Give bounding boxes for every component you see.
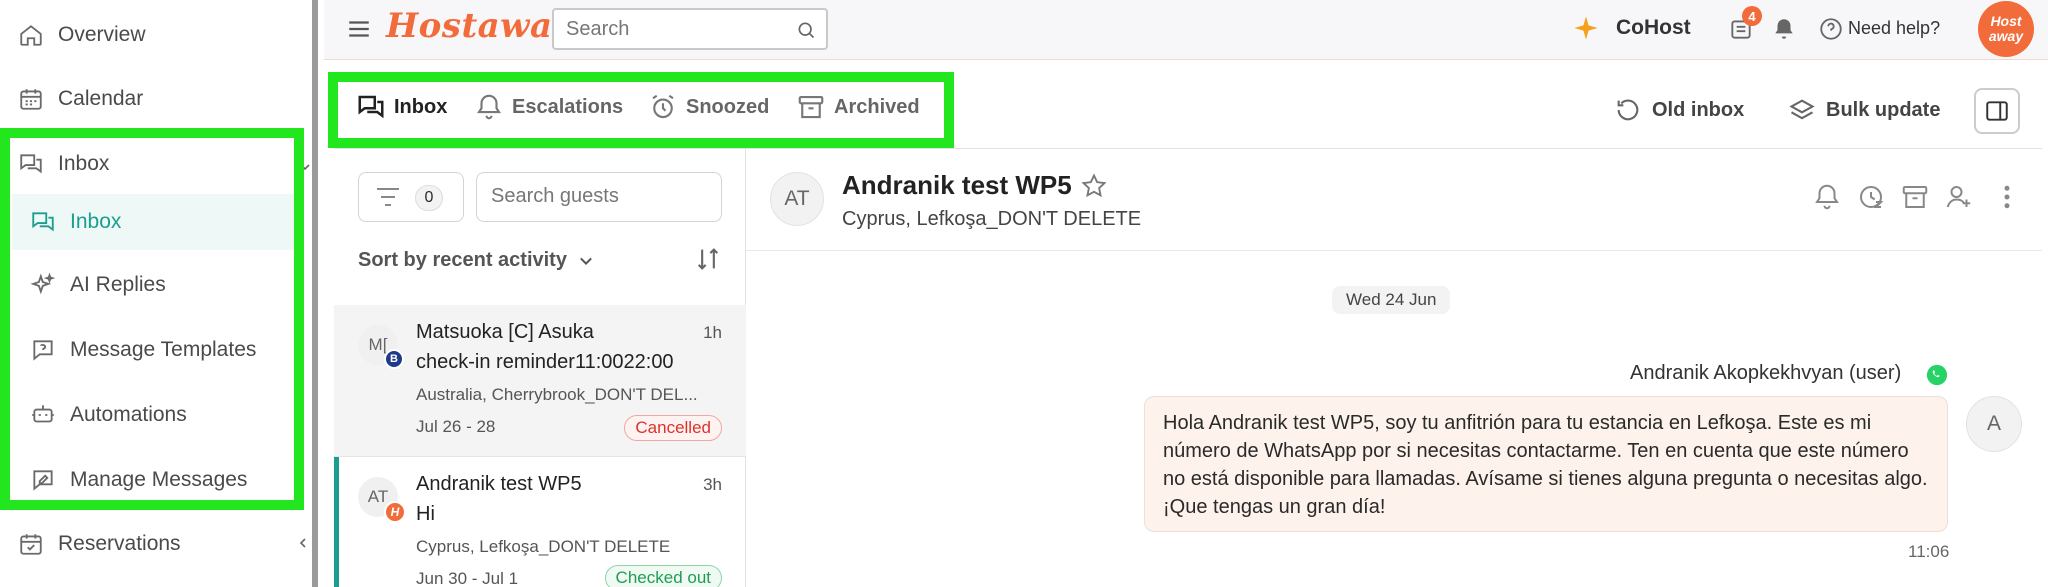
search-input[interactable]: Search [552, 8, 828, 50]
search-icon [798, 22, 815, 39]
divider [746, 148, 2042, 149]
sidebar-item-reservations[interactable]: Reservations [18, 514, 181, 574]
listing-location: Australia, Cherrybrook_DON'T DEL... [416, 385, 698, 404]
message-bubble: Hola Andranik test WP5, soy tu anfitrión… [1144, 396, 1948, 532]
conversation-item[interactable]: AT H Andranik test WP5 3h Hi Cyprus, Lef… [334, 457, 746, 587]
sort-dropdown[interactable]: Sort by recent activity [358, 249, 595, 272]
chat-guest-avatar: AT [770, 172, 824, 226]
undo-history-icon [1617, 99, 1639, 121]
guest-name: Andranik test WP5 [416, 473, 582, 495]
conversation-time: 3h [703, 475, 722, 494]
divider [746, 250, 2042, 251]
status-badge: Cancelled [624, 415, 722, 441]
assign-user-icon[interactable] [1944, 182, 1974, 212]
sort-direction-icon[interactable] [694, 245, 722, 273]
stay-dates: Jun 30 - Jul 1 [416, 569, 519, 587]
filter-button[interactable]: 0 [358, 172, 464, 222]
message-preview: check-in reminder11:0022:00 [416, 351, 674, 373]
snooze-clock-icon[interactable] [1856, 182, 1886, 212]
old-inbox-label: Old inbox [1652, 98, 1745, 121]
notification-count-badge: 4 [1742, 6, 1762, 26]
conversation-time: 1h [703, 323, 722, 342]
guest-name: Matsuoka [C] Asuka [416, 321, 594, 343]
sidebar-item-label: Reservations [58, 532, 181, 555]
sidebar-item-calendar[interactable]: Calendar [18, 69, 143, 129]
stay-dates: Jul 26 - 28 [416, 417, 496, 436]
top-bar: Hostaway Search CoHost 4 Need help? Host… [324, 0, 2048, 60]
listing-location: Cyprus, Lefkoşa_DON'T DELETE [416, 537, 671, 556]
need-help-link[interactable]: Need help? [1848, 18, 1940, 39]
sidebar-item-overview[interactable]: Overview [18, 5, 146, 65]
brand-logo[interactable]: Hostaway [386, 6, 573, 46]
chat-guest-location: Cyprus, Lefkoşa_DON'T DELETE [842, 208, 1142, 230]
whatsapp-icon [1926, 364, 1948, 386]
sparkle-icon [1574, 16, 1598, 40]
calendar-check-icon [20, 534, 42, 555]
bell-icon[interactable] [1812, 182, 1842, 212]
help-icon [1820, 18, 1842, 40]
search-guests-placeholder: Search guests [491, 185, 619, 207]
bell-icon[interactable] [1771, 16, 1797, 42]
bulk-update-button[interactable]: Bulk update [1788, 96, 1940, 124]
chevron-down-icon [580, 257, 592, 265]
search-guests-input[interactable]: Search guests [476, 172, 722, 222]
sidebar-panel-icon [1986, 101, 2008, 121]
home-icon [20, 25, 42, 46]
search-placeholder: Search [566, 18, 630, 40]
conversation-item[interactable]: M[ B Matsuoka [C] Asuka 1h check-in remi… [334, 305, 746, 457]
calendar-icon [20, 89, 42, 110]
filter-icon [377, 188, 399, 206]
sidebar-item-label: Calendar [58, 87, 144, 110]
star-icon[interactable] [1080, 172, 1108, 200]
old-inbox-button[interactable]: Old inbox [1614, 96, 1744, 124]
conversation-list: 0 Search guests Sort by recent activity … [334, 148, 746, 587]
layers-icon [1789, 99, 1815, 120]
date-divider: Wed 24 Jun [1332, 286, 1451, 314]
highlight-box-tabs [328, 72, 954, 148]
highlight-box-inbox-menu [0, 128, 304, 510]
archive-icon[interactable] [1900, 182, 1930, 212]
message-text: Hola Andranik test WP5, soy tu anfitrión… [1163, 412, 1928, 518]
message-time: 11:06 [1908, 542, 1950, 561]
status-badge: Checked out [604, 565, 722, 587]
message-preview: Hi [416, 503, 435, 525]
message-sender: Andranik Akopkekhvyan (user) [1630, 362, 1902, 384]
bulk-update-label: Bulk update [1826, 98, 1941, 121]
booking-channel-icon: B [384, 349, 404, 369]
menu-icon[interactable] [346, 16, 372, 42]
hostaway-channel-icon: H [384, 501, 406, 523]
filter-count-badge: 0 [415, 185, 443, 211]
more-options-icon[interactable] [1992, 182, 2022, 212]
sort-label: Sort by recent activity [358, 249, 567, 271]
toggle-panel-button[interactable] [1974, 88, 2020, 134]
chevron-left-icon[interactable] [296, 536, 310, 550]
chat-guest-name: Andranik test WP5 [842, 170, 1072, 200]
sidebar-item-label: Overview [58, 23, 146, 46]
user-avatar[interactable]: Host away [1978, 1, 2034, 57]
cohost-link[interactable]: CoHost [1616, 16, 1691, 40]
sender-avatar: A [1966, 396, 2022, 452]
